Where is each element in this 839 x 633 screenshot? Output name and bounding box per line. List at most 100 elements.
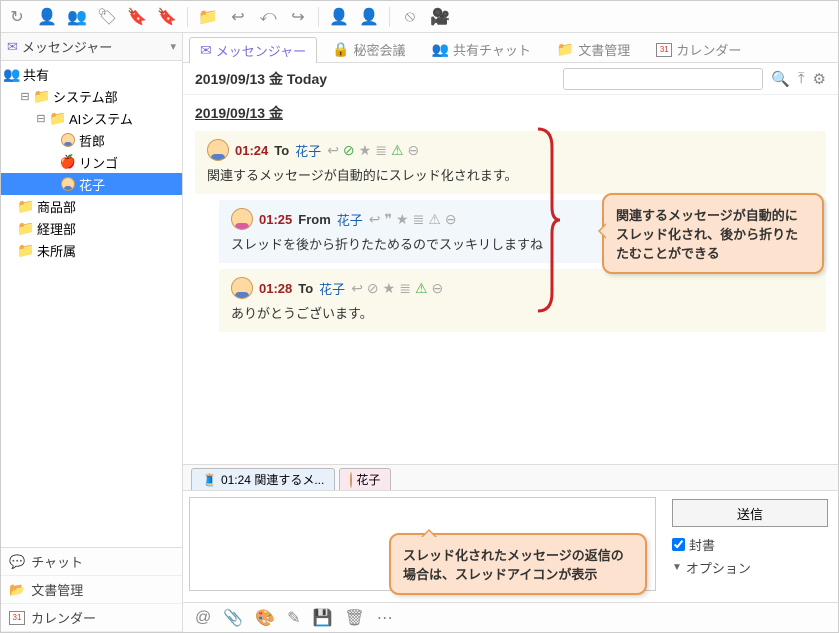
msg-body: ありがとうございます。 xyxy=(231,303,814,322)
compose-tab[interactable]: 花子 xyxy=(339,468,391,490)
tab-folder[interactable]: 📁文書管理 xyxy=(546,36,641,62)
tab-lock[interactable]: 🔒秘密会議 xyxy=(321,36,416,62)
tree-label: システム部 xyxy=(53,87,118,106)
star-icon[interactable]: ★ xyxy=(383,280,396,297)
check-green-icon[interactable]: ⊘ xyxy=(343,142,355,159)
tree-label: 商品部 xyxy=(37,197,76,216)
search-input[interactable] xyxy=(563,68,763,90)
leftnav-docs[interactable]: 📂文書管理 xyxy=(1,576,182,604)
minus-icon[interactable]: ⊖ xyxy=(432,280,444,297)
palette-icon[interactable]: 🎨 xyxy=(255,608,275,628)
tree-item[interactable]: ⊟📁AIシステム xyxy=(1,107,182,129)
message-area: 2019/09/13 金 01:24To花子↩⊘★≣⚠⊖関連するメッセージが自動… xyxy=(183,95,838,464)
chevron-down-icon[interactable]: ▾ xyxy=(170,40,176,53)
minus-icon[interactable]: ⊖ xyxy=(445,211,457,228)
save-icon[interactable]: 💾 xyxy=(313,608,333,628)
leftnav-label: チャット xyxy=(31,552,83,571)
minus-icon[interactable]: ⊖ xyxy=(408,142,420,159)
tree-item[interactable]: 📁商品部 xyxy=(1,195,182,217)
group-icon: 👥 xyxy=(5,67,19,81)
user-green-icon[interactable]: 👤 xyxy=(359,7,379,27)
check-icon[interactable]: ⊘ xyxy=(367,280,379,297)
compose-tab-label: 01:24 関連するメ... xyxy=(221,471,324,488)
left-bottom-nav: 💬 チャット 📂文書管理31カレンダー xyxy=(1,547,182,632)
right-pane: ✉メッセンジャー🔒秘密会議👥共有チャット📁文書管理31カレンダー 2019/09… xyxy=(183,33,838,632)
folder-icon: 📁 xyxy=(19,221,33,235)
tree-item[interactable]: 👥共有 xyxy=(1,63,182,85)
tree-label: AIシステム xyxy=(69,109,133,128)
reply-all-icon[interactable]: ⤺ xyxy=(258,7,278,27)
tab-cal[interactable]: 31カレンダー xyxy=(645,36,752,62)
tab-mail[interactable]: ✉メッセンジャー xyxy=(189,37,317,63)
user-icon[interactable]: 👤 xyxy=(37,7,57,27)
ban-icon[interactable]: ⦸ xyxy=(400,7,420,27)
tree-item[interactable]: 🍎リンゴ xyxy=(1,151,182,173)
reply-icon[interactable]: ↩ xyxy=(228,7,248,27)
tree-item[interactable]: 📁経理部 xyxy=(1,217,182,239)
thread-bracket xyxy=(538,127,560,313)
left-nav-header[interactable]: ✉ メッセンジャー ▾ xyxy=(1,33,182,61)
star-icon[interactable]: ★ xyxy=(359,142,372,159)
warn-green-icon[interactable]: ⚠ xyxy=(391,142,404,159)
tree-item[interactable]: 📁未所属 xyxy=(1,239,182,261)
reply-icon[interactable]: ↩ xyxy=(369,211,381,228)
triangle-down-icon: ▼ xyxy=(672,562,682,573)
compose-tab[interactable]: 🧵01:24 関連するメ... xyxy=(191,468,335,490)
leftnav-chat[interactable]: 💬 チャット xyxy=(1,548,182,576)
forward-icon[interactable]: ↪ xyxy=(288,7,308,27)
tree-item[interactable]: ⊟📁システム部 xyxy=(1,85,182,107)
edit-icon[interactable]: ✎ xyxy=(287,608,300,628)
video-icon[interactable]: 🎥 xyxy=(430,7,450,27)
people-icon: 👥 xyxy=(432,41,449,58)
list-icon[interactable]: ≣ xyxy=(413,211,425,228)
tab-people[interactable]: 👥共有チャット xyxy=(421,36,542,62)
list-icon[interactable]: ≣ xyxy=(375,142,387,159)
tree-item[interactable]: 花子 xyxy=(1,173,182,195)
tree-label: 未所属 xyxy=(37,241,76,260)
tree-label: 哲郎 xyxy=(79,131,105,150)
quote-icon[interactable]: ❞ xyxy=(385,211,393,228)
refresh-icon[interactable]: ↻ xyxy=(7,7,27,27)
msg-actions: ↩⊘★≣⚠⊖ xyxy=(351,280,443,297)
group-icon[interactable]: 👥 xyxy=(67,7,87,27)
avatar-icon xyxy=(61,177,75,191)
trash-icon[interactable]: 🗑 xyxy=(344,608,364,628)
left-pane: ✉ メッセンジャー ▾ 👥共有⊟📁システム部⊟📁AIシステム哲郎🍎リンゴ花子📁商… xyxy=(1,33,183,632)
more-icon[interactable]: ⋯ xyxy=(377,608,393,628)
current-date: 2019/09/13 金 Today xyxy=(195,69,327,89)
tab-label: 共有チャット xyxy=(453,40,531,59)
opt-options[interactable]: ▼ オプション xyxy=(672,558,828,577)
avatar-icon xyxy=(350,473,352,487)
tag-icon[interactable]: 🏷 xyxy=(97,7,117,27)
at-icon[interactable]: @ xyxy=(195,609,211,627)
leftnav-cal[interactable]: 31カレンダー xyxy=(1,604,182,632)
chat-icon: 💬 xyxy=(9,554,25,570)
tab-label: 文書管理 xyxy=(578,40,630,59)
clip-icon[interactable]: 📎 xyxy=(223,608,243,628)
main-tabs: ✉メッセンジャー🔒秘密会議👥共有チャット📁文書管理31カレンダー xyxy=(183,33,838,63)
folder-icon[interactable]: 📁 xyxy=(198,7,218,27)
list-icon[interactable]: ≣ xyxy=(399,280,411,297)
avatar-icon xyxy=(61,133,75,147)
star-icon[interactable]: ★ xyxy=(396,211,409,228)
tree-item[interactable]: 哲郎 xyxy=(1,129,182,151)
warn-icon[interactable]: ⚠ xyxy=(428,211,441,228)
send-button[interactable]: 送信 xyxy=(672,499,828,527)
callout-thread-explain: 関連するメッセージが自動的にスレッド化され、後から折りたたむことができる xyxy=(602,193,824,274)
bookmark2-icon[interactable]: 🔖 xyxy=(157,7,177,27)
opt-seal[interactable]: 封書 xyxy=(672,535,828,554)
mail-icon: ✉ xyxy=(7,39,18,55)
reply-icon[interactable]: ↩ xyxy=(327,142,339,159)
expander-icon[interactable]: ⊟ xyxy=(19,90,31,103)
msg-direction: From xyxy=(298,212,331,227)
reply-icon[interactable]: ↩ xyxy=(351,280,363,297)
warn-green-icon[interactable]: ⚠ xyxy=(415,280,428,297)
seal-checkbox[interactable] xyxy=(672,538,685,551)
user-red-icon[interactable]: 👤 xyxy=(329,7,349,27)
up-icon[interactable]: ⤒ xyxy=(798,70,805,87)
search-icon[interactable]: 🔍 xyxy=(771,70,790,88)
msg-actions: ↩⊘★≣⚠⊖ xyxy=(327,142,419,159)
expander-icon[interactable]: ⊟ xyxy=(35,112,47,125)
gear-icon[interactable]: ⚙ xyxy=(813,70,826,88)
bookmark-icon[interactable]: 🔖 xyxy=(127,7,147,27)
